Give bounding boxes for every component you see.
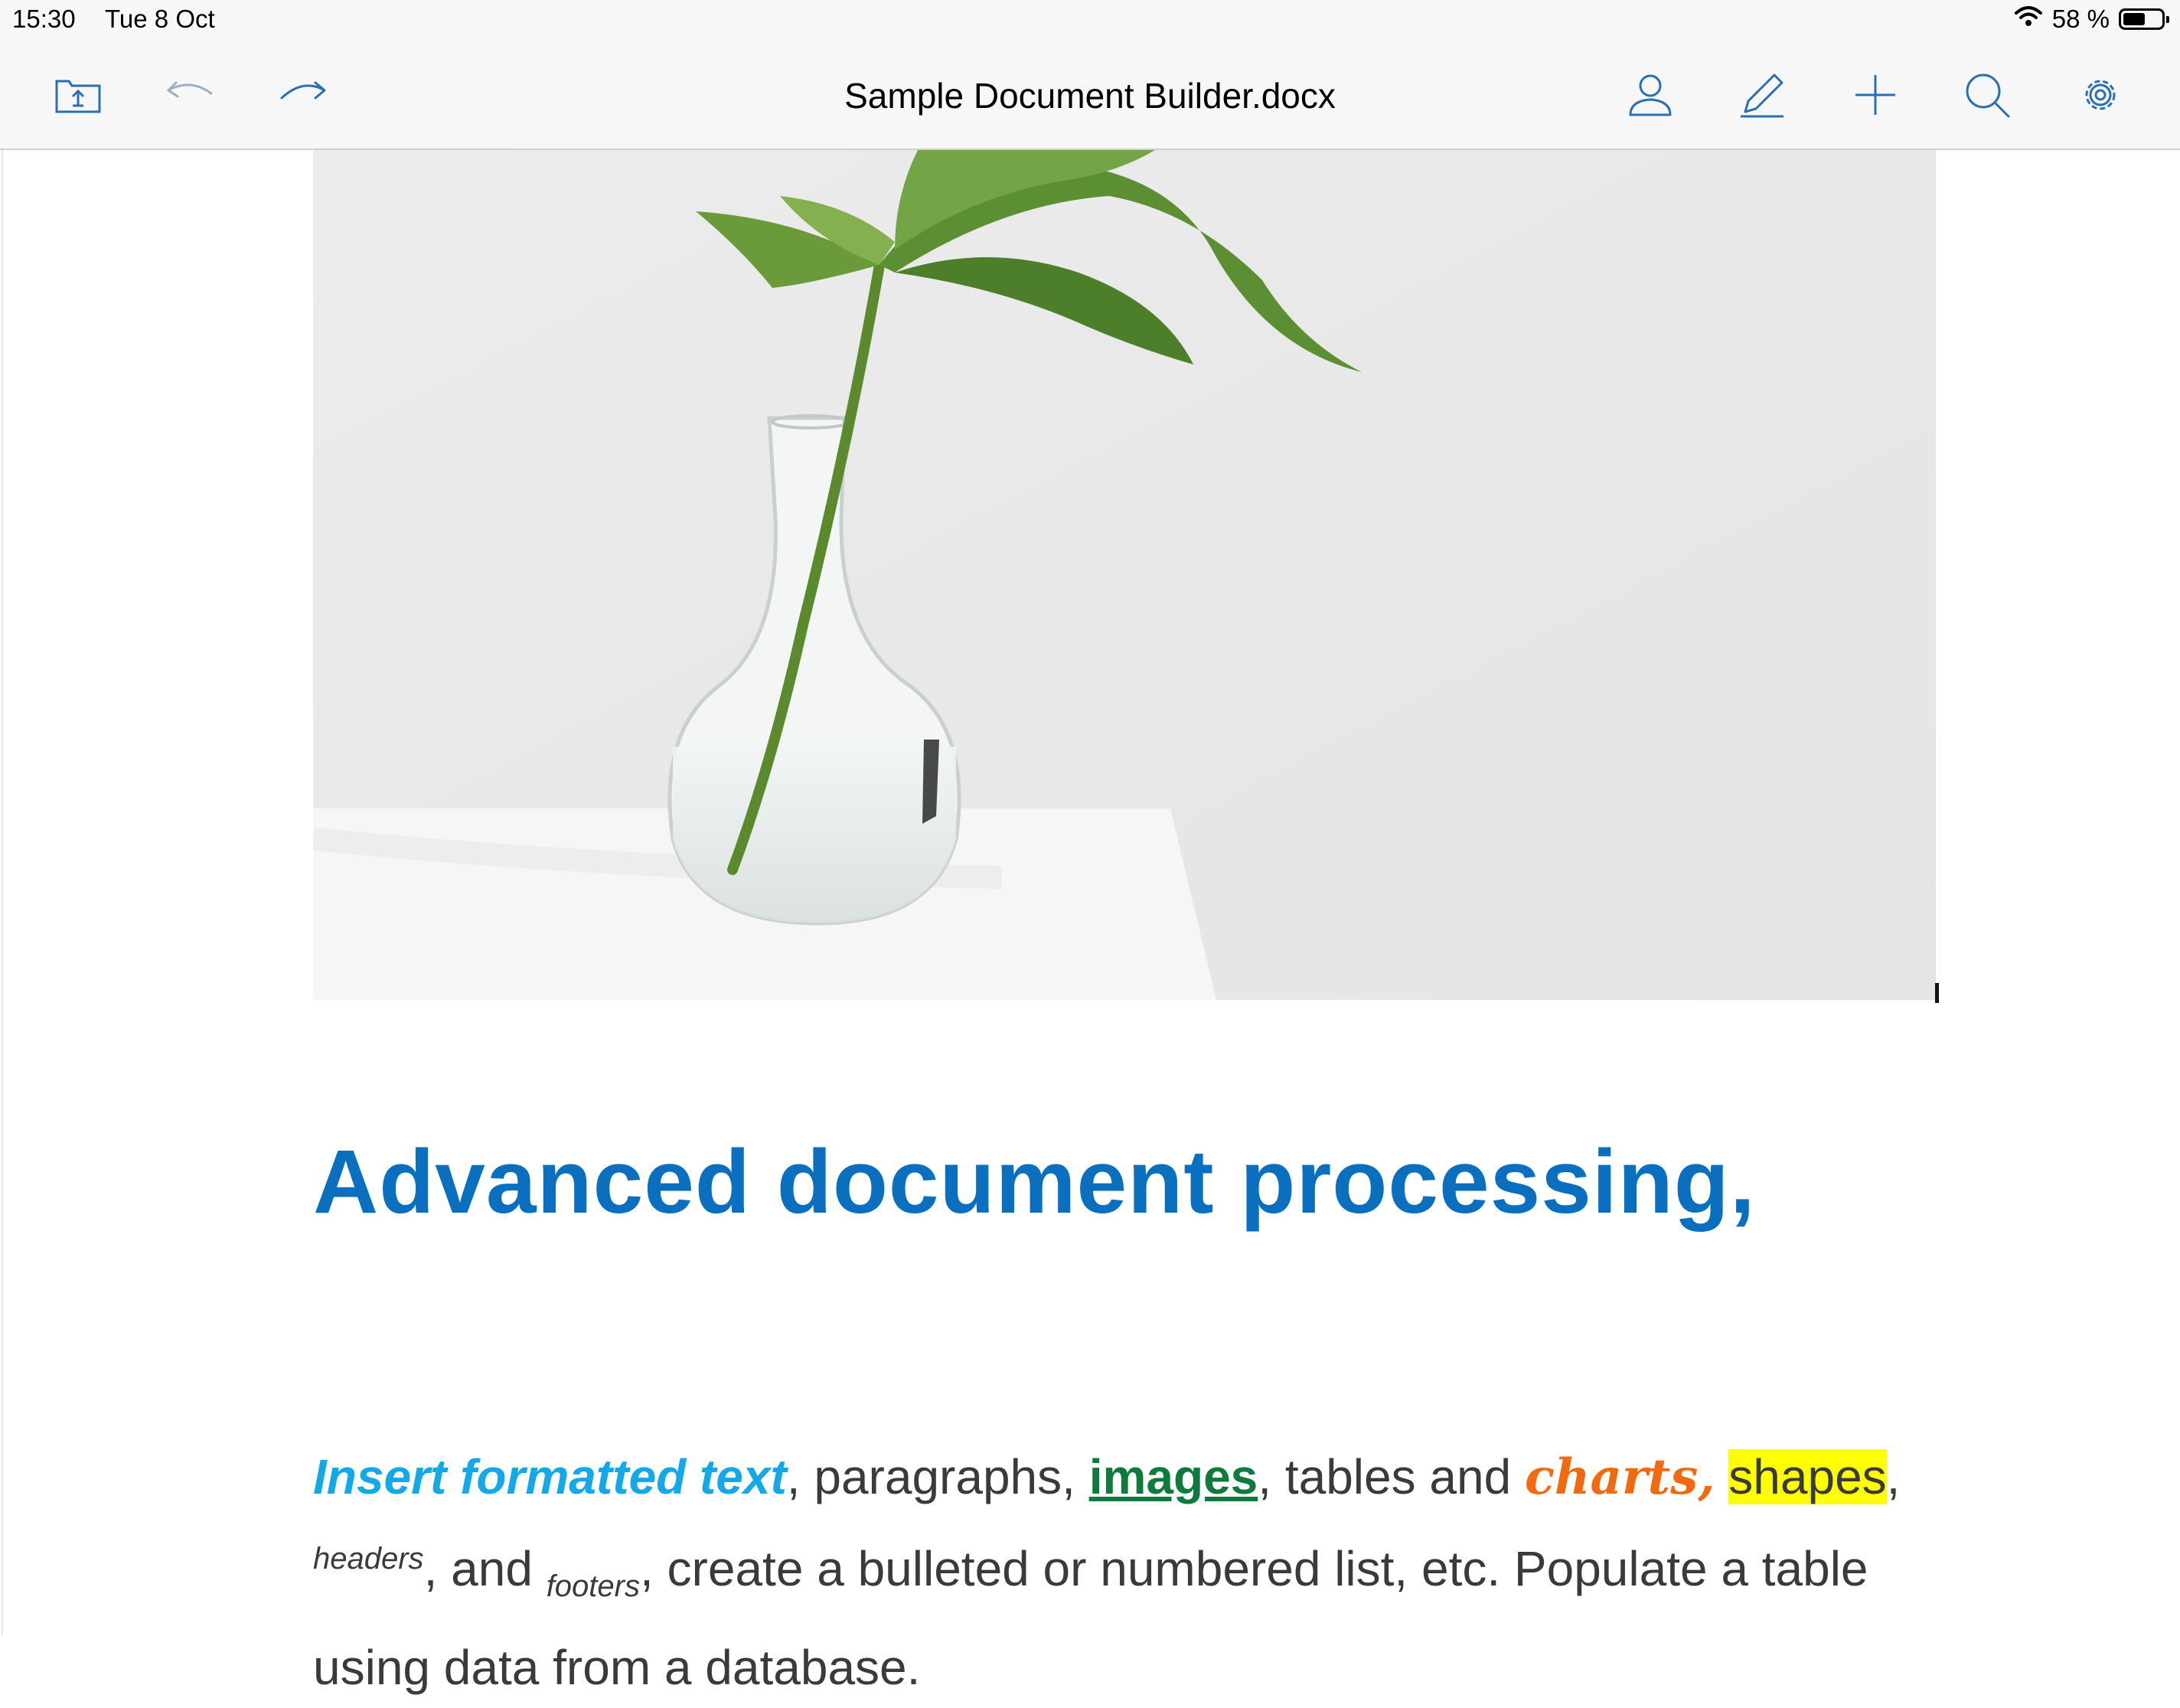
status-date: Tue 8 Oct xyxy=(105,5,215,33)
plus-icon xyxy=(1855,75,1895,115)
pencil-icon xyxy=(1741,73,1783,118)
add-button[interactable] xyxy=(1845,64,1906,126)
document-page[interactable]: Advanced document processing, Insert for… xyxy=(0,150,2180,1695)
tables-text: , tables and xyxy=(1258,1449,1525,1504)
text-cursor xyxy=(1935,983,1939,1003)
status-time: 15:30 xyxy=(12,5,76,33)
gear-icon xyxy=(2085,80,2116,110)
search-icon xyxy=(1966,73,2010,118)
charts-text: charts, xyxy=(1524,1448,1715,1506)
separator-text: , xyxy=(786,1449,814,1504)
search-button[interactable] xyxy=(1956,64,2018,126)
insert-formatted-text: Insert formatted text xyxy=(313,1449,787,1504)
wifi-icon xyxy=(2014,5,2043,34)
battery-fill xyxy=(2123,13,2145,25)
status-right: 58 % xyxy=(2014,5,2169,34)
line-2-rest: , create a bulleted or numbered list, et… xyxy=(639,1541,1868,1596)
footers-text: footers xyxy=(546,1569,640,1603)
page-edge xyxy=(2,150,3,1635)
toolbar: Sample Document Builder.docx xyxy=(0,41,2180,150)
person-button[interactable] xyxy=(1620,64,1681,126)
images-link[interactable]: images xyxy=(1089,1449,1258,1504)
comma-text: , xyxy=(1886,1449,1901,1504)
paragraphs-text: paragraphs, xyxy=(814,1449,1089,1504)
document-paragraph[interactable]: Insert formatted text, paragraphs, image… xyxy=(313,1436,1997,1708)
status-bar: 15:30 Tue 8 Oct 58 % xyxy=(0,0,2180,41)
edit-button[interactable] xyxy=(1731,64,1793,126)
battery-icon xyxy=(2119,8,2169,30)
paragraph-line-1: Insert formatted text, paragraphs, image… xyxy=(313,1436,1997,1518)
battery-percent: 58 % xyxy=(2051,5,2110,33)
person-icon xyxy=(1629,74,1672,116)
paragraph-line-2: headers, and footers, create a bulleted … xyxy=(313,1518,1997,1627)
battery-tip xyxy=(2166,16,2169,23)
and-text: , and xyxy=(423,1541,547,1596)
document-heading[interactable]: Advanced document processing, xyxy=(313,1130,1756,1234)
shapes-highlight: shapes xyxy=(1728,1449,1887,1504)
headers-text: headers xyxy=(313,1542,424,1576)
document-image[interactable] xyxy=(313,150,1936,1000)
plant-in-vase-image xyxy=(313,150,1936,1000)
settings-button[interactable] xyxy=(2070,64,2131,126)
paragraph-line-3: using data from a database. xyxy=(313,1640,921,1695)
